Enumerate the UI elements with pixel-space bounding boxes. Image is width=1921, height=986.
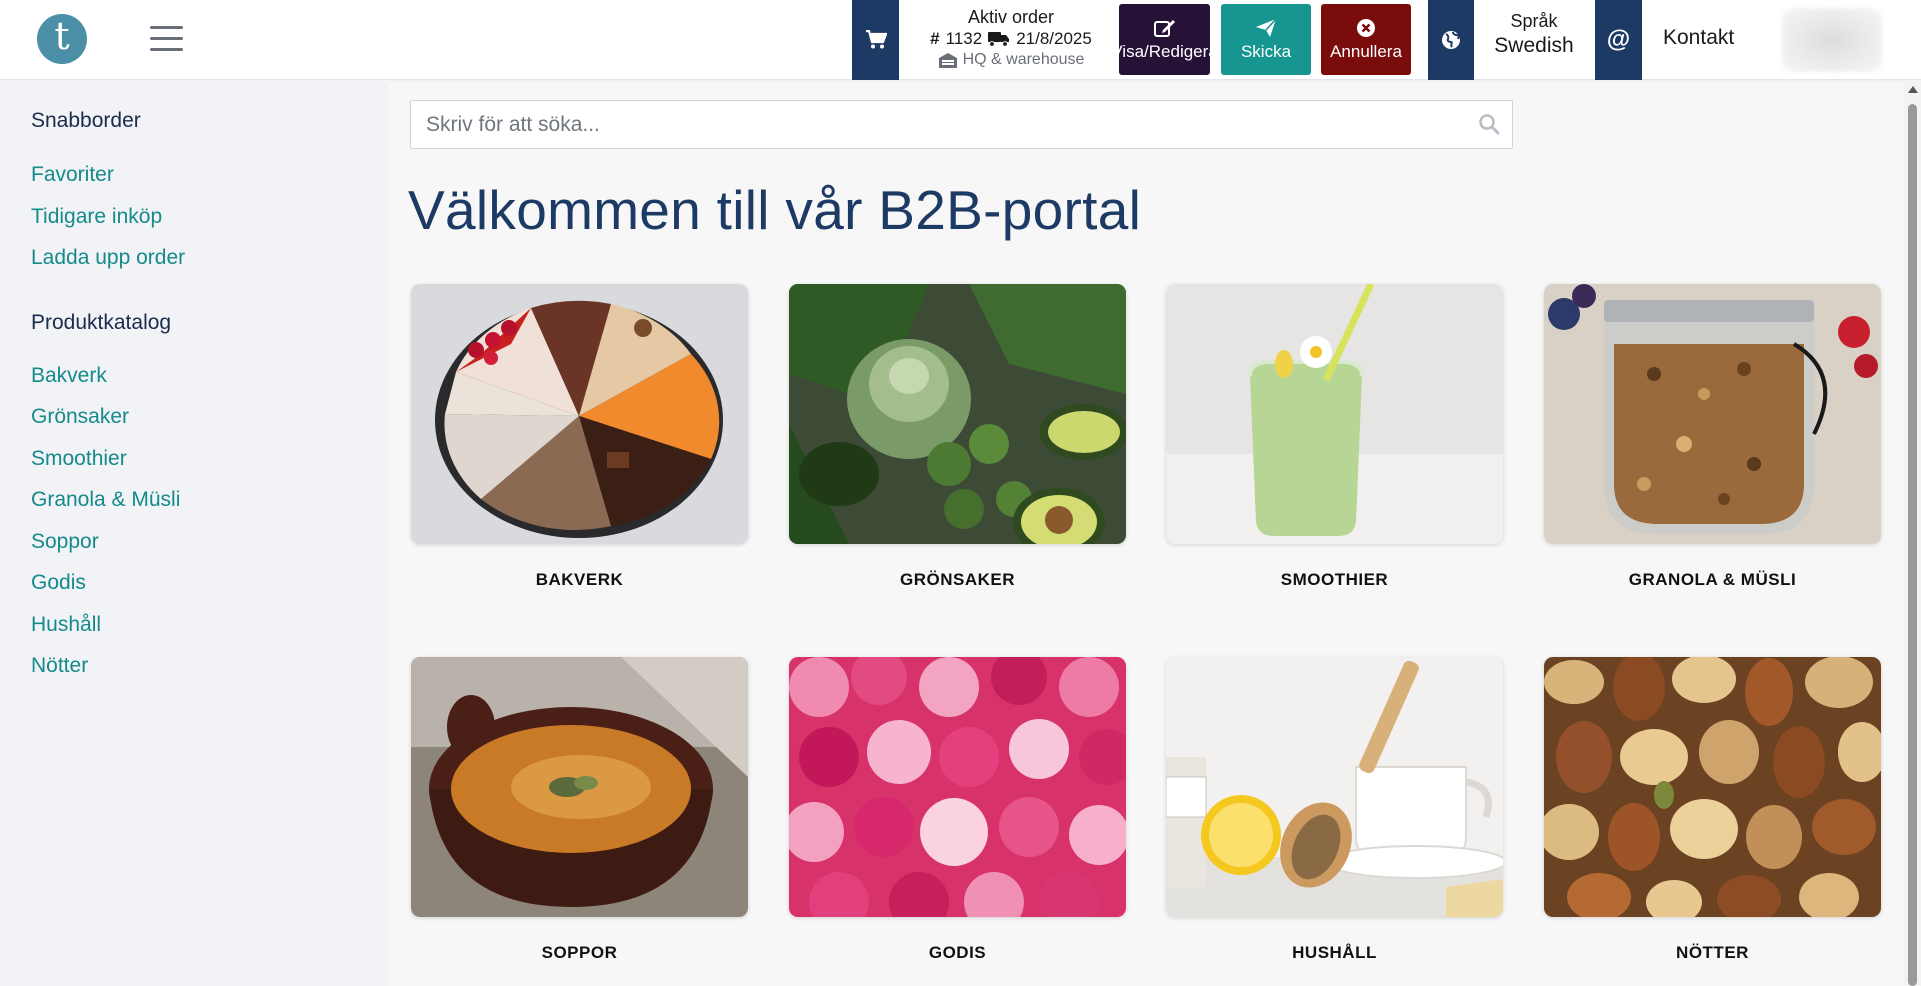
vegetables-image <box>789 284 1126 544</box>
sidebar-item-soppor[interactable]: Soppor <box>31 530 99 554</box>
warehouse-icon <box>938 53 957 68</box>
warehouse-label: HQ & warehouse <box>962 51 1085 68</box>
candy-image <box>789 657 1126 917</box>
category-label: BAKVERK <box>535 570 624 589</box>
category-label: GODIS <box>928 943 987 962</box>
at-icon: @ <box>1606 26 1631 53</box>
scroll-up-arrow-icon[interactable] <box>1908 86 1918 93</box>
send-icon <box>1256 17 1277 37</box>
search-icon[interactable] <box>1478 113 1500 135</box>
soup-bowl-image <box>411 657 748 917</box>
search-bar <box>410 100 1513 149</box>
edit-order-button[interactable]: Visa/Redigera <box>1119 4 1210 75</box>
edit-order-label: Visa/Redigera <box>1119 41 1210 61</box>
sidebar-heading-catalog: Produktkatalog <box>31 311 172 334</box>
sidebar-item-hushall[interactable]: Hushåll <box>31 613 101 637</box>
sidebar-item-bakverk[interactable]: Bakverk <box>31 364 107 388</box>
edit-icon <box>1153 19 1175 37</box>
language-label: Språk <box>1510 11 1558 31</box>
category-card-notter[interactable]: NÖTTER <box>1544 657 1881 963</box>
smoothie-glass-image <box>1166 284 1503 544</box>
contact-link[interactable]: Kontakt <box>1663 26 1734 50</box>
language-value: Swedish <box>1494 34 1574 57</box>
mixed-nuts-image <box>1544 657 1881 917</box>
category-label: SOPPOR <box>541 943 618 962</box>
hamburger-icon[interactable] <box>150 26 183 52</box>
category-label: GRANOLA & MÜSLI <box>1628 570 1797 589</box>
category-card-gronsaker[interactable]: GRÖNSAKER <box>789 284 1126 590</box>
category-label: HUSHÅLL <box>1292 943 1377 962</box>
order-warehouse: HQ & warehouse <box>906 50 1116 70</box>
sidebar-heading-quick-order: Snabborder <box>31 109 141 132</box>
order-number-symbol: # <box>930 29 940 48</box>
cancel-order-button[interactable]: Annullera <box>1321 4 1411 75</box>
cart-button[interactable] <box>852 0 899 80</box>
truck-icon <box>988 32 1010 47</box>
scrollbar[interactable] <box>1904 80 1921 986</box>
cancel-icon <box>1357 18 1375 37</box>
scroll-thumb[interactable] <box>1908 104 1917 986</box>
avatar[interactable] <box>1782 8 1882 72</box>
top-header: t Aktiv order # 1132 21/8/2025 HQ & ware… <box>0 0 1921 80</box>
globe-icon <box>1442 31 1460 49</box>
category-card-bakverk[interactable]: BAKVERK <box>411 284 748 590</box>
cancel-order-label: Annullera <box>1330 41 1402 61</box>
category-label: SMOOTHIER <box>1280 570 1389 589</box>
cleaning-brush-image <box>1166 657 1503 917</box>
send-order-label: Skicka <box>1240 41 1292 61</box>
active-order-info[interactable]: Aktiv order # 1132 21/8/2025 HQ & wareho… <box>906 6 1116 70</box>
active-order-details: # 1132 21/8/2025 <box>906 28 1116 50</box>
category-card-granola[interactable]: GRANOLA & MÜSLI <box>1544 284 1881 590</box>
granola-jar-image <box>1544 284 1881 544</box>
active-order-title: Aktiv order <box>967 7 1055 27</box>
cart-icon <box>865 30 887 49</box>
sidebar: Snabborder Favoriter Tidigare inköp Ladd… <box>0 80 389 986</box>
send-order-button[interactable]: Skicka <box>1221 4 1311 75</box>
order-delivery-date: 21/8/2025 <box>1016 29 1092 48</box>
contact-icon-button[interactable]: @ <box>1595 0 1642 80</box>
order-number: 1132 <box>945 29 983 48</box>
sidebar-item-granola[interactable]: Granola & Müsli <box>31 488 180 512</box>
logo[interactable]: t <box>37 14 87 64</box>
category-card-godis[interactable]: GODIS <box>789 657 1126 963</box>
category-card-smoothier[interactable]: SMOOTHIER <box>1166 284 1503 590</box>
category-card-soppor[interactable]: SOPPOR <box>411 657 748 963</box>
category-label: NÖTTER <box>1676 943 1749 962</box>
sidebar-item-gronsaker[interactable]: Grönsaker <box>31 405 129 429</box>
sidebar-item-smoothier[interactable]: Smoothier <box>31 447 127 471</box>
language-button[interactable] <box>1428 0 1474 80</box>
language-selector[interactable]: Språk Swedish <box>1478 10 1590 60</box>
sidebar-item-previous-purchases[interactable]: Tidigare inköp <box>31 205 162 229</box>
sidebar-item-favorites[interactable]: Favoriter <box>31 163 114 187</box>
category-card-hushall[interactable]: HUSHÅLL <box>1166 657 1503 963</box>
category-label: GRÖNSAKER <box>899 570 1015 589</box>
cake-slices-image <box>411 284 748 544</box>
sidebar-item-notter[interactable]: Nötter <box>31 654 88 678</box>
sidebar-item-upload-order[interactable]: Ladda upp order <box>31 246 185 270</box>
sidebar-item-godis[interactable]: Godis <box>31 571 86 595</box>
search-input[interactable] <box>411 101 1471 148</box>
page-title: Välkommen till vår B2B-portal <box>408 179 1142 241</box>
